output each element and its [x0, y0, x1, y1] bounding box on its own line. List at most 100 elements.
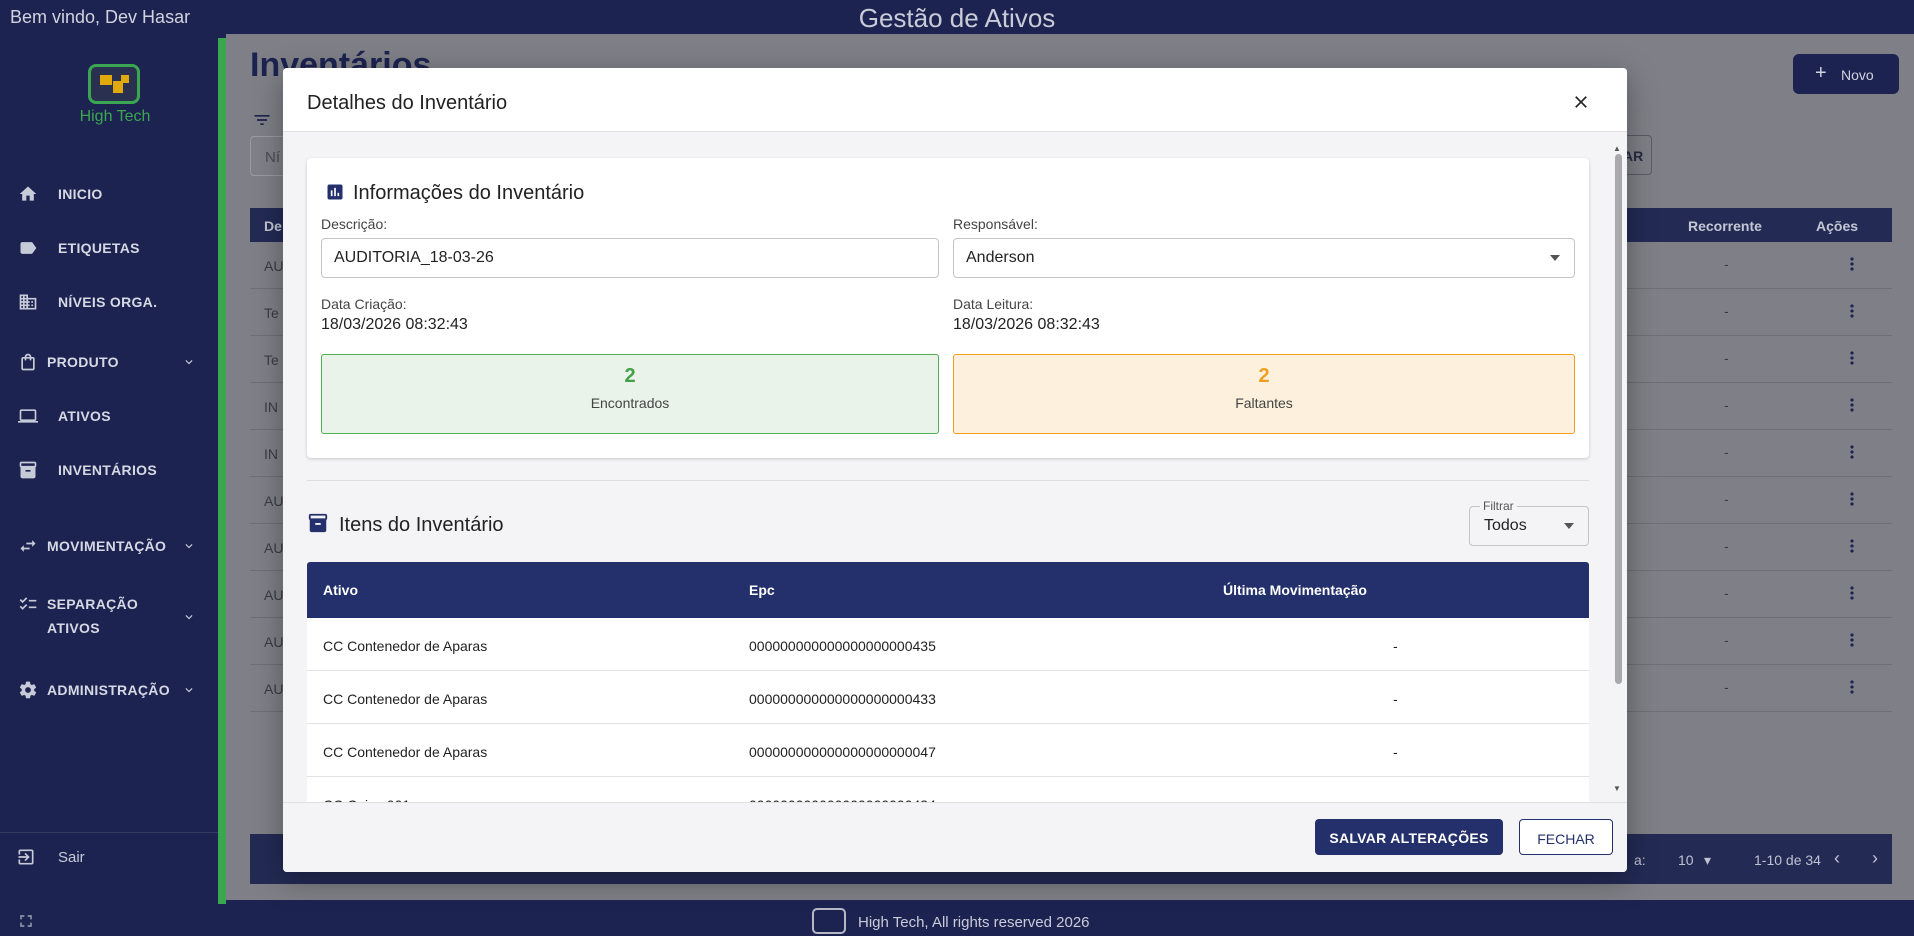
close-icon[interactable] — [1571, 92, 1591, 112]
more-vert-icon[interactable] — [1842, 581, 1862, 605]
chevron-down-icon — [185, 360, 193, 365]
sidebar-item-label: SEPARAÇÃO — [47, 596, 139, 612]
top-bar: Bem vindo, Dev Hasar Gestão de Ativos — [0, 0, 1914, 34]
row-recurring: - — [1724, 585, 1729, 601]
save-changes-button[interactable]: SALVAR ALTERAÇÕES — [1315, 819, 1503, 855]
more-vert-icon[interactable] — [1842, 252, 1862, 276]
sidebar-item-produto[interactable]: PRODUTO — [0, 344, 218, 380]
more-vert-icon[interactable] — [1842, 393, 1862, 417]
sidebar-item-label: INVENTÁRIOS — [58, 462, 157, 478]
scroll-up-icon[interactable]: ▲ — [1613, 144, 1621, 153]
column-header-epc: Epc — [749, 582, 775, 598]
responsible-label: Responsável: — [953, 216, 1038, 232]
sidebar-item-label: PRODUTO — [47, 354, 119, 370]
page-footer: High Tech, All rights reserved 2026 — [0, 900, 1914, 936]
sidebar-item-label: ATIVOS — [58, 408, 111, 424]
new-inventory-button[interactable]: + Novo — [1793, 54, 1899, 94]
scroll-thumb[interactable] — [1615, 154, 1622, 684]
next-page-icon[interactable]: › — [1872, 848, 1878, 869]
found-stat-card: 2 Encontrados — [321, 354, 939, 434]
filter-value: Todos — [1484, 517, 1527, 534]
row-recurring: - — [1724, 303, 1729, 319]
column-header-asset: Ativo — [323, 582, 358, 598]
rows-per-page-select[interactable]: 10 — [1678, 852, 1694, 868]
sidebar-item-inicio[interactable]: INICIO — [0, 176, 218, 212]
archive-icon — [308, 513, 328, 533]
sidebar-item-label: ADMINISTRAÇÃO — [47, 682, 170, 698]
row-recurring: - — [1724, 538, 1729, 554]
footer-copyright: High Tech, All rights reserved 2026 — [858, 914, 1090, 931]
plus-icon: + — [1815, 62, 1827, 84]
sidebar-item-separacao[interactable]: SEPARAÇÃO ATIVOS — [0, 592, 218, 642]
column-header-description: De — [264, 218, 282, 234]
archive-icon — [19, 461, 37, 479]
sidebar-item-label: NÍVEIS ORGA. — [58, 294, 158, 310]
dialog-footer: SALVAR ALTERAÇÕES FECHAR — [283, 802, 1627, 872]
more-vert-icon[interactable] — [1842, 346, 1862, 370]
sidebar-item-inventarios[interactable]: INVENTÁRIOS — [0, 452, 218, 488]
scroll-down-icon[interactable]: ▼ — [1613, 784, 1621, 793]
sidebar-item-ativos[interactable]: ATIVOS — [0, 398, 218, 434]
row-description: AU — [264, 540, 284, 556]
read-date-label: Data Leitura: — [953, 296, 1034, 312]
row-description: AU — [264, 587, 284, 603]
swap-icon — [20, 540, 36, 552]
table-row[interactable]: CC Caixa 001000000000000000000000434- — [307, 777, 1589, 802]
table-row[interactable]: CC Contenedor de Aparas 00000000000000000… — [307, 671, 1589, 724]
more-vert-icon[interactable] — [1842, 628, 1862, 652]
row-epc: 000000000000000000000435 — [749, 638, 936, 654]
sidebar-item-movimentacao[interactable]: MOVIMENTAÇÃO — [0, 528, 218, 564]
building-icon — [19, 294, 37, 310]
row-last-movement: - — [1393, 744, 1398, 760]
found-label: Encontrados — [590, 395, 670, 411]
logout-label: Sair — [58, 849, 85, 866]
items-table-header: Ativo Epc Última Movimentação — [307, 562, 1589, 618]
sidebar-item-niveis[interactable]: NÍVEIS ORGA. — [0, 284, 218, 320]
row-asset: CC Contenedor de Aparas — [323, 638, 488, 654]
row-epc: 000000000000000000000433 — [749, 691, 936, 707]
column-header-last-movement: Última Movimentação — [1223, 582, 1367, 598]
filter-icon[interactable] — [252, 110, 272, 130]
row-description: IN — [264, 399, 278, 415]
dialog-header: Detalhes do Inventário — [283, 68, 1627, 132]
more-vert-icon[interactable] — [1842, 299, 1862, 323]
created-date-value: 18/03/2026 08:32:43 — [321, 316, 468, 333]
responsible-select[interactable]: Anderson — [953, 238, 1575, 278]
items-filter-select[interactable]: Filtrar Todos — [1469, 499, 1589, 546]
logo-text: High Tech — [79, 108, 151, 125]
created-date-label: Data Criação: — [321, 296, 407, 312]
close-button[interactable]: FECHAR — [1519, 819, 1613, 855]
row-description: AU — [264, 634, 284, 650]
row-recurring: - — [1724, 397, 1729, 413]
description-input[interactable]: AUDITORIA_18-03-26 — [321, 238, 939, 278]
row-recurring: - — [1724, 350, 1729, 366]
logout-button[interactable]: Sair — [0, 832, 218, 872]
row-recurring: - — [1724, 679, 1729, 695]
column-header-recurring: Recorrente — [1688, 218, 1762, 234]
rows-per-page-label: a: — [1634, 852, 1646, 868]
shopping-bag-icon — [21, 353, 35, 371]
row-recurring: - — [1724, 632, 1729, 648]
table-row[interactable]: CC Contenedor de Aparas 00000000000000000… — [307, 618, 1589, 671]
more-vert-icon[interactable] — [1842, 534, 1862, 558]
more-vert-icon[interactable] — [1842, 440, 1862, 464]
dialog-title: Detalhes do Inventário — [307, 92, 508, 114]
row-description: IN — [264, 446, 278, 462]
table-row[interactable]: CC Contenedor de Aparas 00000000000000000… — [307, 724, 1589, 777]
sidebar: High Tech INICIO ETIQUETAS NÍVEIS ORGA. … — [0, 34, 226, 936]
new-button-label: Novo — [1841, 67, 1874, 83]
dialog-scrollbar[interactable]: ▲ ▼ — [1613, 144, 1623, 794]
sidebar-item-etiquetas[interactable]: ETIQUETAS — [0, 230, 218, 266]
more-vert-icon[interactable] — [1842, 675, 1862, 699]
more-vert-icon[interactable] — [1842, 487, 1862, 511]
home-icon — [19, 186, 37, 201]
caret-down-icon — [1564, 523, 1574, 529]
items-section-title: Itens do Inventário — [339, 514, 504, 536]
prev-page-icon[interactable]: ‹ — [1834, 848, 1840, 869]
app-title: Gestão de Ativos — [858, 3, 1056, 33]
caret-down-icon — [1550, 255, 1560, 261]
sidebar-item-administracao[interactable]: ADMINISTRAÇÃO — [0, 672, 218, 708]
chevron-down-icon — [185, 688, 193, 693]
section-divider — [307, 480, 1589, 481]
column-header-actions: Ações — [1816, 218, 1859, 234]
